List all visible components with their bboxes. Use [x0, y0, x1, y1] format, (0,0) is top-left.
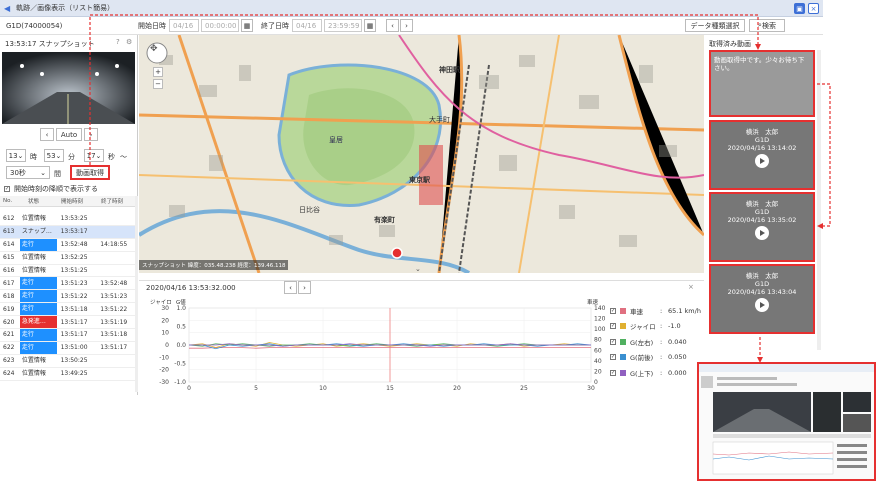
video-viewer-preview: [697, 362, 876, 481]
viewer-preview-image: [699, 364, 874, 479]
